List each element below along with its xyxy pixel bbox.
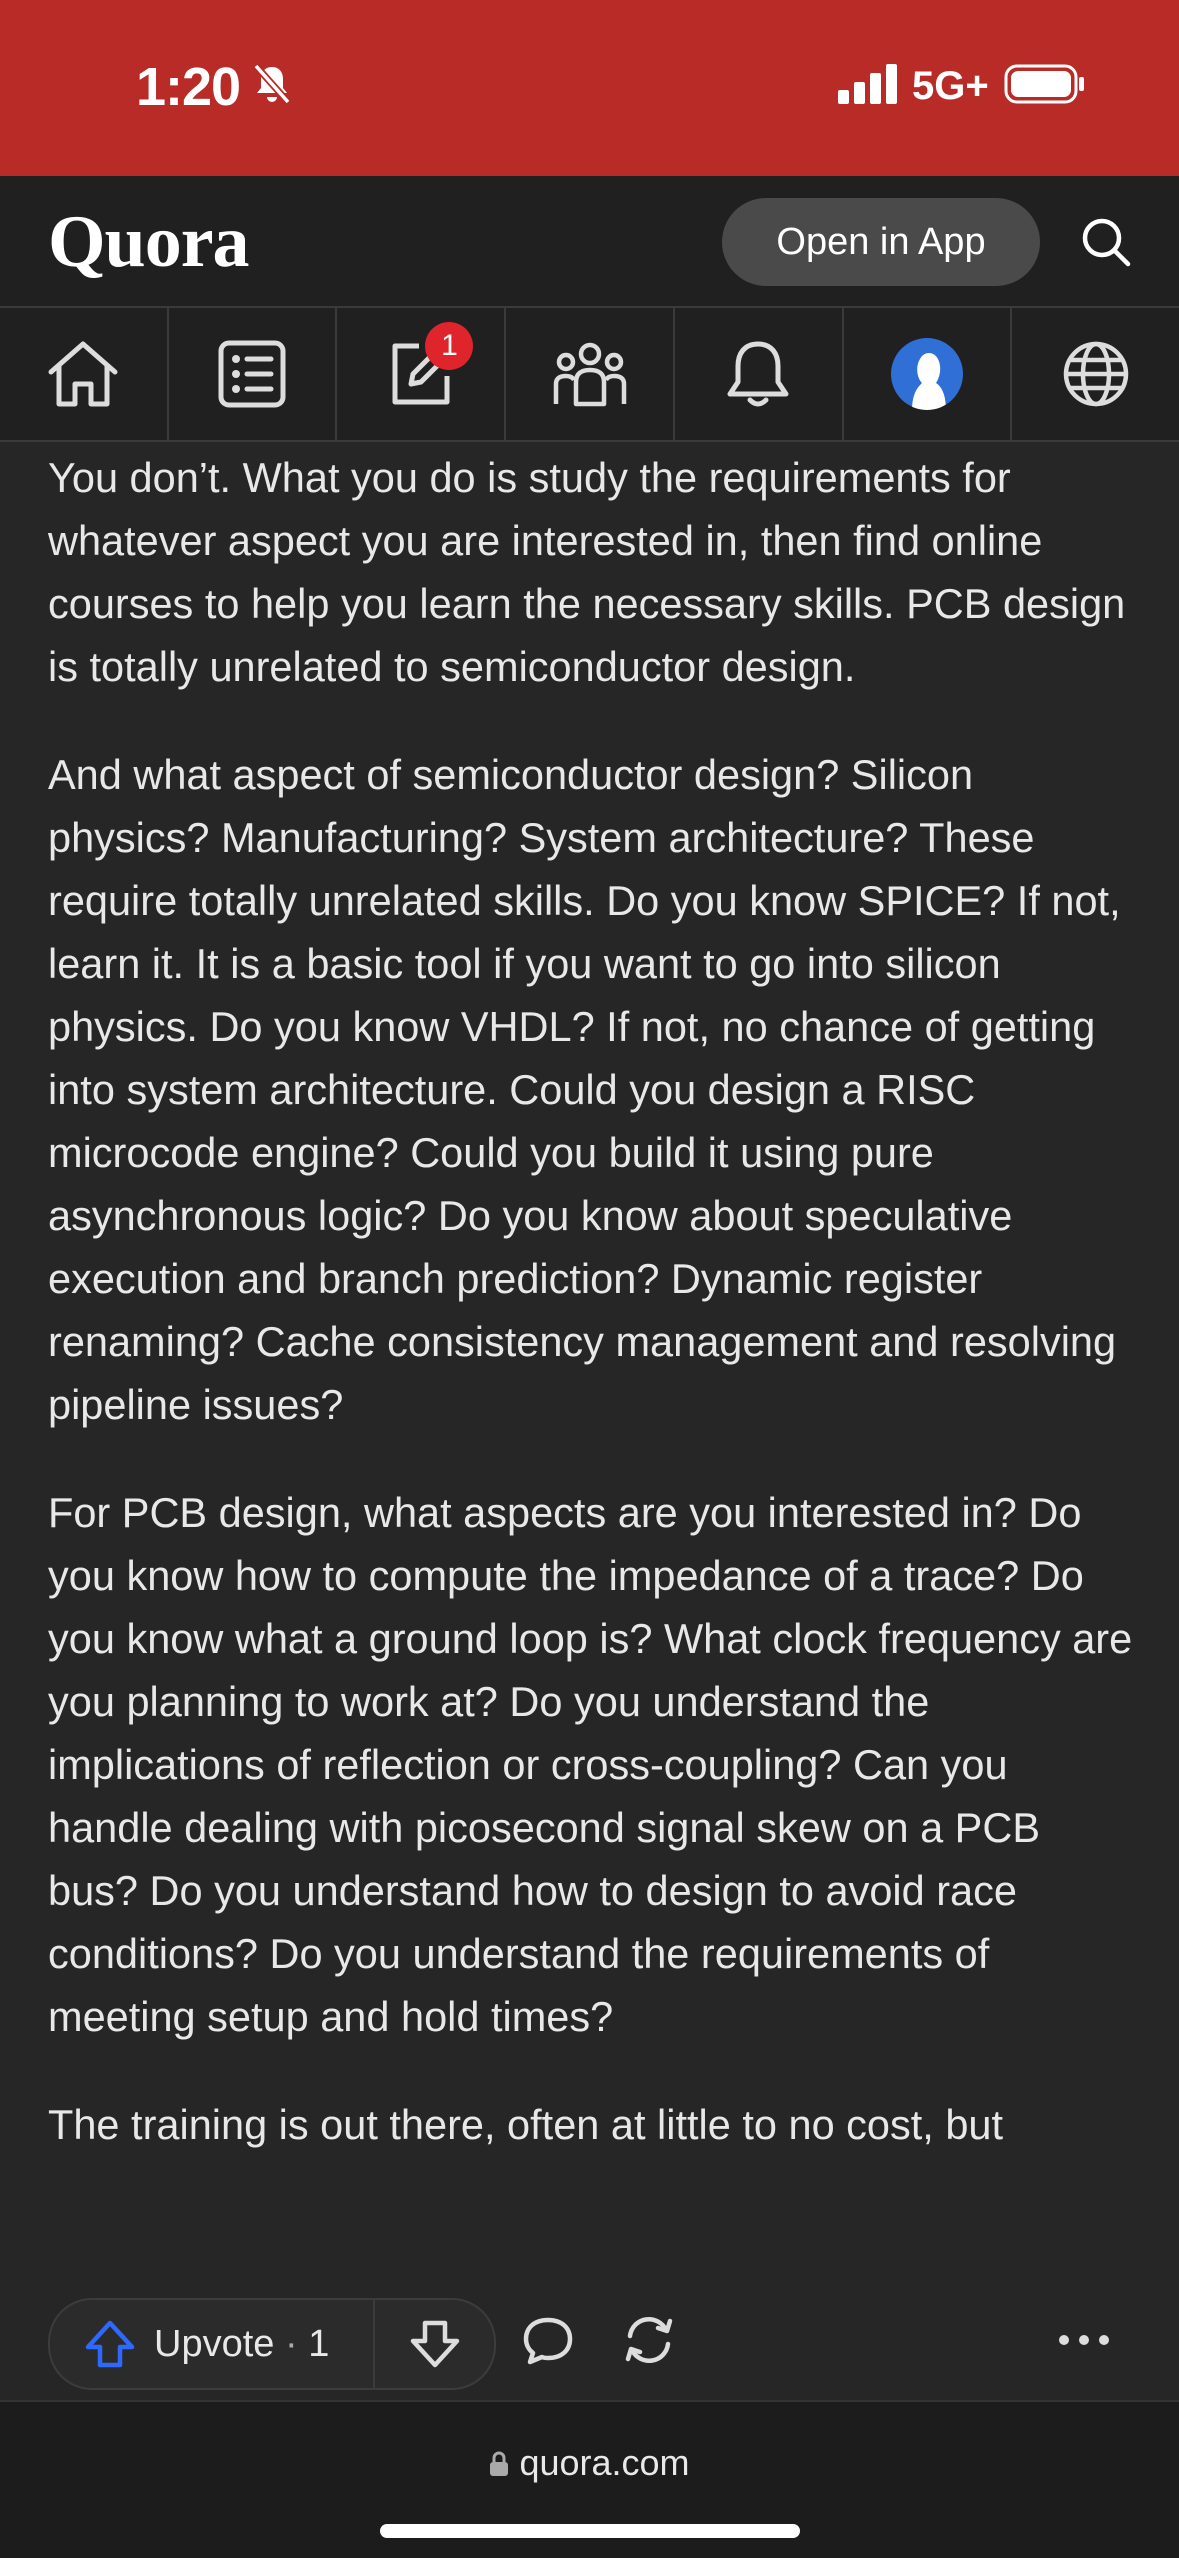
browser-url-bar[interactable]: quora.com	[0, 2400, 1179, 2558]
open-in-app-button[interactable]: Open in App	[722, 198, 1040, 286]
status-bar: 1:20 5G+	[0, 0, 1179, 176]
status-time: 1:20	[136, 57, 241, 117]
quora-logo[interactable]: Quora	[48, 200, 250, 285]
lock-icon	[490, 2451, 509, 2476]
more-options-icon[interactable]	[1058, 2334, 1110, 2346]
upvote-separator: ·	[284, 2322, 298, 2365]
network-type: 5G+	[912, 64, 989, 108]
site-header: Quora Open in App	[0, 176, 1179, 308]
profile-avatar	[890, 338, 963, 410]
downvote-arrow-icon	[410, 2320, 459, 2368]
notification-badge: 1	[425, 322, 474, 370]
language-globe-icon	[1063, 341, 1128, 407]
answers-list-icon	[218, 340, 286, 408]
upvote-label: Upvote	[154, 2322, 275, 2365]
battery-icon	[1004, 64, 1084, 104]
bell-slash-icon	[253, 63, 291, 105]
cellular-signal-icon	[838, 64, 897, 104]
nav-profile[interactable]	[844, 308, 1013, 440]
vote-pill: Upvote · 1	[48, 2298, 496, 2390]
search-icon[interactable]	[1076, 212, 1136, 272]
answer-paragraph: For PCB design, what aspects are you int…	[48, 1489, 1133, 2040]
spaces-icon	[553, 342, 626, 407]
nav-language[interactable]	[1012, 308, 1179, 440]
answer-paragraph: And what aspect of semiconductor design?…	[48, 751, 1121, 1428]
upvote-count: 1	[308, 2322, 330, 2365]
answer-paragraph: You don’t. What you do is study the requ…	[48, 454, 1126, 690]
answer-paragraph: The training is out there, often at litt…	[48, 2101, 1004, 2148]
comment-icon[interactable]	[520, 2314, 576, 2368]
notifications-bell-icon	[727, 341, 789, 407]
nav-spaces[interactable]	[506, 308, 675, 440]
nav-write[interactable]: 1	[337, 308, 507, 440]
answer-body: You don’t. What you do is study the requ…	[48, 446, 1138, 2272]
nav-following[interactable]	[169, 308, 338, 440]
upvote-arrow-icon	[85, 2320, 135, 2368]
upvote-button[interactable]: Upvote · 1	[50, 2300, 375, 2388]
url-text: quora.com	[519, 2442, 690, 2483]
share-reload-icon[interactable]	[620, 2312, 678, 2368]
home-icon	[48, 341, 118, 407]
url-display[interactable]: quora.com	[0, 2442, 1179, 2484]
answer-action-bar: Upvote · 1	[0, 2276, 1179, 2400]
home-indicator[interactable]	[380, 2524, 800, 2538]
downvote-button[interactable]	[375, 2300, 494, 2388]
main-nav: 1	[0, 308, 1179, 442]
nav-notifications[interactable]	[675, 308, 844, 440]
nav-home[interactable]	[0, 308, 169, 440]
